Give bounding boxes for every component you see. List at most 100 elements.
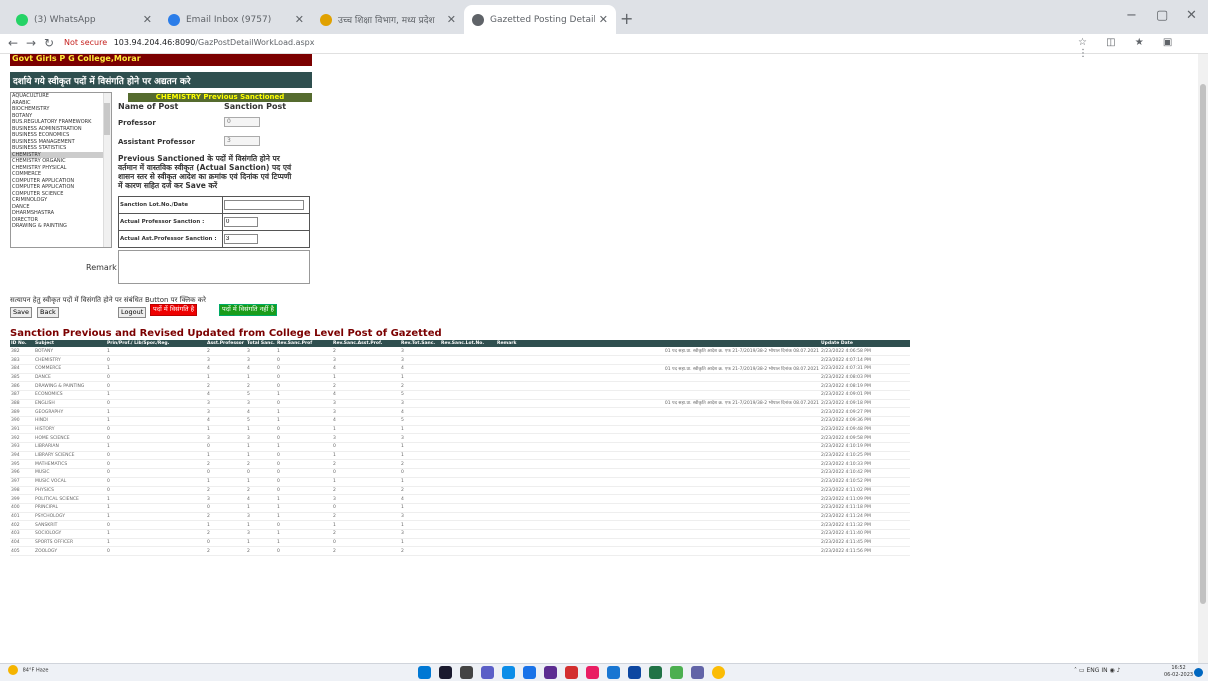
- page-scroll-thumb[interactable]: [1200, 84, 1206, 604]
- table-cell: 391: [10, 425, 34, 435]
- teams-icon[interactable]: [691, 666, 704, 679]
- chat-icon[interactable]: [481, 666, 494, 679]
- table-cell: 399: [10, 494, 34, 504]
- system-tray[interactable]: ˄ ▭ ENG IN ◉ ♪: [1074, 667, 1121, 674]
- table-cell: 4: [246, 494, 276, 504]
- table-cell: [440, 451, 496, 461]
- table-cell: 1: [276, 512, 332, 522]
- table-cell: [440, 529, 496, 539]
- table-cell: 3: [400, 399, 440, 409]
- actual-asst-prof-input[interactable]: [224, 234, 258, 244]
- app-icon-3[interactable]: [586, 666, 599, 679]
- start-icon[interactable]: [418, 666, 431, 679]
- table-cell: 2/23/2022 4:11:18 PM: [820, 503, 910, 513]
- table-cell: 1: [276, 538, 332, 548]
- table-header-cell: Remark: [496, 340, 820, 347]
- notification-icon[interactable]: [1194, 668, 1203, 677]
- back-icon[interactable]: ←: [8, 36, 18, 50]
- app-icon-2[interactable]: [565, 666, 578, 679]
- discrepancy-yes-button[interactable]: पदों में विसंगति है: [150, 304, 198, 316]
- edge-icon[interactable]: [502, 666, 515, 679]
- app-icon-5[interactable]: [628, 666, 641, 679]
- tab-close-icon[interactable]: ✕: [447, 13, 456, 26]
- letter-no-input[interactable]: [224, 200, 304, 210]
- table-cell: 0: [276, 433, 332, 444]
- clock[interactable]: 16:52 06-02-2023: [1164, 665, 1193, 679]
- table-cell: 396: [10, 468, 34, 478]
- app-icon-4[interactable]: [607, 666, 620, 679]
- app-icon[interactable]: [544, 666, 557, 679]
- tab-close-icon[interactable]: ✕: [599, 13, 608, 26]
- remark-textarea[interactable]: [118, 250, 310, 284]
- table-cell: 1: [246, 451, 276, 461]
- table-cell: [496, 373, 820, 383]
- actual-prof-input[interactable]: [224, 217, 258, 227]
- table-row: 390 HINDI 1 4 5 1 4 5 2/23/2022 4:09:36 PM: [10, 416, 910, 426]
- search-icon[interactable]: [439, 666, 452, 679]
- table-cell: 1: [106, 347, 206, 357]
- subject-listbox[interactable]: AQUACULTURE ARABIC BIOCHEMISTRY BOTANY BUS.R…: [10, 92, 112, 248]
- tab-close-icon[interactable]: ✕: [143, 13, 152, 26]
- table-cell: 01 पद सहा.प्रा. स्वीकृति आदेश क्र. एफ 21…: [496, 399, 820, 409]
- browser-tab[interactable]: उच्च शिक्षा विभाग, मध्य प्रदेश ✕: [312, 5, 464, 34]
- table-cell: 2: [400, 486, 440, 496]
- previous-sanction-instruction: Previous Sanctioned के पदों में विसंगति …: [118, 154, 292, 190]
- logout-button[interactable]: Logout: [118, 307, 147, 318]
- table-cell: DRAWING & PAINTING: [34, 381, 106, 391]
- professor-label: Professor: [118, 119, 156, 127]
- table-header-row: ID No. Subject Prin/Prof./ Lib/Spor./Reg. A…: [10, 340, 910, 347]
- table-cell: 390: [10, 416, 34, 426]
- table-cell: 387: [10, 390, 34, 400]
- table-cell: 1: [246, 442, 276, 452]
- url-field[interactable]: Not secure 103.94.204.46:8090/GazPostDet…: [64, 38, 314, 47]
- table-cell: 2: [400, 546, 440, 556]
- save-button[interactable]: Save: [10, 307, 32, 318]
- table-cell: 2/23/2022 4:08:03 PM: [820, 373, 910, 383]
- table-cell: HISTORY: [34, 425, 106, 435]
- table-cell: 395: [10, 459, 34, 470]
- browser-tab[interactable]: Email Inbox (9757) ✕: [160, 5, 312, 34]
- tab-close-icon[interactable]: ✕: [295, 13, 304, 26]
- table-cell: ENGLISH: [34, 399, 106, 409]
- table-row: 397 MUSIC VOCAL 0 1 1 0 1 1 2/23/2022 4:10:52 PM: [10, 477, 910, 487]
- table-cell: 3: [206, 433, 246, 444]
- table-cell: 2: [332, 347, 400, 357]
- new-tab-button[interactable]: +: [620, 9, 633, 28]
- tab-label: Email Inbox (9757): [186, 14, 272, 25]
- maximize-icon[interactable]: ▢: [1156, 8, 1168, 23]
- name-of-post-header: Name of Post: [118, 102, 179, 111]
- url-path: /GazPostDetailWorkLoad.aspx: [195, 38, 315, 47]
- table-cell: 0: [332, 503, 400, 513]
- chrome-icon[interactable]: [712, 666, 725, 679]
- table-cell: 3: [400, 529, 440, 539]
- table-cell: 403: [10, 529, 34, 539]
- table-cell: 2/23/2022 4:07:31 PM: [820, 364, 910, 374]
- reload-icon[interactable]: ↻: [44, 36, 54, 50]
- clock-time: 16:52: [1171, 665, 1186, 671]
- table-header-cell: Subject: [34, 340, 106, 347]
- table-cell: 1: [332, 373, 400, 383]
- listbox-scroll-thumb[interactable]: [104, 103, 110, 135]
- table-row: 401 PSYCHOLOGY 1 2 3 1 2 3 2/23/2022 4:11:24 PM: [10, 512, 910, 522]
- weather-widget[interactable]: 84°F Haze: [8, 665, 48, 675]
- table-cell: [440, 538, 496, 548]
- back-button[interactable]: Back: [37, 307, 59, 318]
- minimize-icon[interactable]: −: [1126, 8, 1137, 23]
- close-window-icon[interactable]: ✕: [1186, 8, 1197, 23]
- app-icon-6[interactable]: [670, 666, 683, 679]
- browser-tab[interactable]: Gazetted Posting Detail ✕: [464, 5, 616, 34]
- task-view-icon[interactable]: [460, 666, 473, 679]
- discrepancy-no-button[interactable]: पदों में विसंगति नहीं है: [219, 304, 277, 316]
- table-cell: 2: [206, 381, 246, 391]
- store-icon[interactable]: [523, 666, 536, 679]
- table-cell: [496, 529, 820, 539]
- forward-icon[interactable]: →: [26, 36, 36, 50]
- table-cell: 4: [206, 416, 246, 426]
- table-cell: CHEMISTRY: [34, 355, 106, 365]
- table-cell: 0: [276, 399, 332, 409]
- table-cell: [440, 520, 496, 530]
- browser-tab[interactable]: (3) WhatsApp ✕: [8, 5, 160, 34]
- subject-option[interactable]: DRAWING & PAINTING: [11, 223, 111, 230]
- excel-icon[interactable]: [649, 666, 662, 679]
- table-cell: 1: [106, 416, 206, 426]
